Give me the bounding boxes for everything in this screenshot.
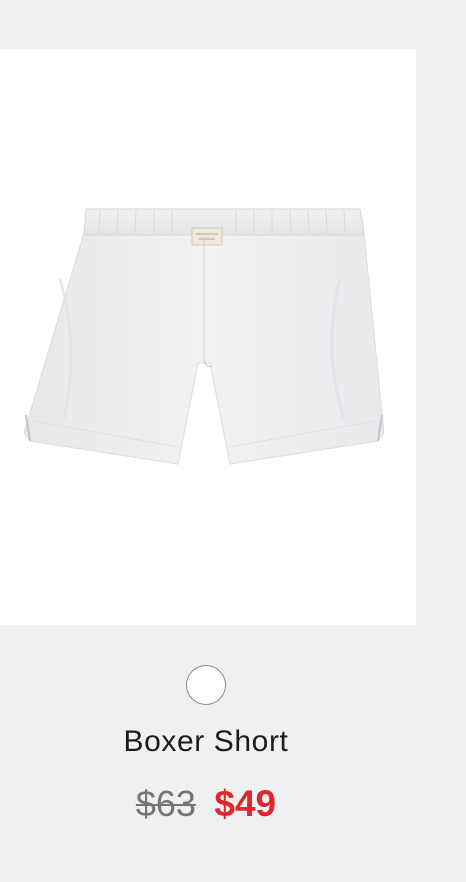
price-row: $63 $49 [0,781,412,835]
product-card[interactable]: Boxer Short $63 $49 [0,0,466,882]
sale-price: $49 [214,783,277,824]
shorts-image [23,208,385,465]
product-image[interactable] [0,49,416,625]
product-name[interactable]: Boxer Short [0,722,412,762]
color-swatch-white[interactable] [186,665,226,705]
original-price: $63 [135,783,196,824]
